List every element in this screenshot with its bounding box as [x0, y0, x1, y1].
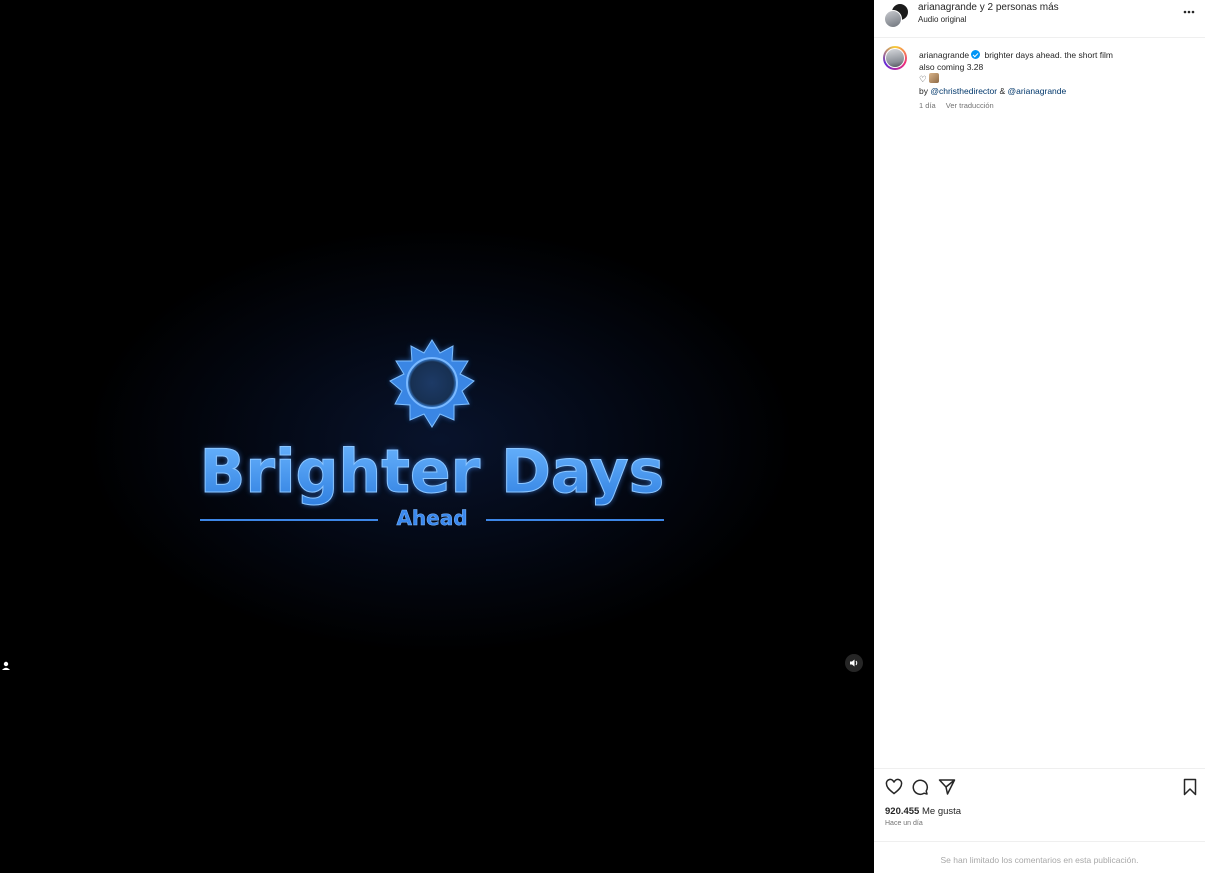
caption-by: by: [919, 86, 928, 96]
avatar[interactable]: [883, 46, 907, 70]
author-line: arianagrande y 2 personas más: [918, 2, 1059, 13]
mention-link[interactable]: @christhedirector: [930, 86, 997, 96]
title-sub: Ahead: [396, 506, 467, 530]
post-time[interactable]: Hace un día: [885, 820, 923, 827]
emoji-icon: [929, 73, 939, 83]
action-bar: 920.455 Me gusta Hace un día: [874, 768, 1205, 841]
mute-button[interactable]: [845, 654, 863, 672]
translate-link[interactable]: Ver traducción: [946, 101, 994, 110]
caption-text: arianagrande brighter days ahead. the sh…: [919, 49, 1199, 97]
likes-label: Me gusta: [921, 806, 962, 817]
collab-avatars[interactable]: [884, 3, 909, 28]
likes-count[interactable]: 920.455 Me gusta: [885, 806, 961, 817]
caption-line1: brighter days ahead. the short film: [984, 50, 1113, 60]
share-icon[interactable]: [938, 778, 956, 796]
title-main: Brighter Days: [200, 437, 665, 507]
heart-icon[interactable]: [885, 778, 903, 796]
caption-time[interactable]: 1 día: [919, 101, 936, 110]
person-icon[interactable]: [0, 659, 12, 673]
caption-amp: &: [999, 86, 1006, 96]
author-username[interactable]: arianagrande: [918, 2, 977, 13]
video-player[interactable]: Brighter Days Brighter Days Ahead: [0, 0, 874, 873]
collab-suffix[interactable]: y 2 personas más: [980, 2, 1059, 13]
caption-meta: 1 día Ver traducción: [919, 101, 1002, 110]
more-horizontal-icon[interactable]: [1182, 6, 1196, 18]
verified-badge-icon: [971, 50, 981, 59]
comments-footer: Se han limitado los comentarios en esta …: [874, 841, 1205, 874]
caption-line2: also coming 3.28: [919, 62, 984, 72]
caption-heart: ♡: [919, 74, 927, 84]
comments-limited-notice: Se han limitado los comentarios en esta …: [940, 855, 1139, 865]
post-side-panel: arianagrande y 2 personas más Audio orig…: [874, 0, 1205, 873]
mention-link[interactable]: @arianagrande: [1008, 86, 1067, 96]
avatar: [884, 10, 902, 28]
post-header: arianagrande y 2 personas más Audio orig…: [874, 0, 1205, 38]
title-card: Brighter Days Brighter Days Ahead: [199, 339, 665, 530]
comment-icon[interactable]: [911, 778, 929, 796]
speaker-icon: [850, 659, 858, 667]
likes-number: 920.455: [885, 806, 920, 817]
sun-icon: [389, 339, 475, 428]
caption-username[interactable]: arianagrande: [919, 50, 969, 60]
audio-label[interactable]: Audio original: [918, 15, 966, 24]
bookmark-icon[interactable]: [1181, 778, 1199, 796]
